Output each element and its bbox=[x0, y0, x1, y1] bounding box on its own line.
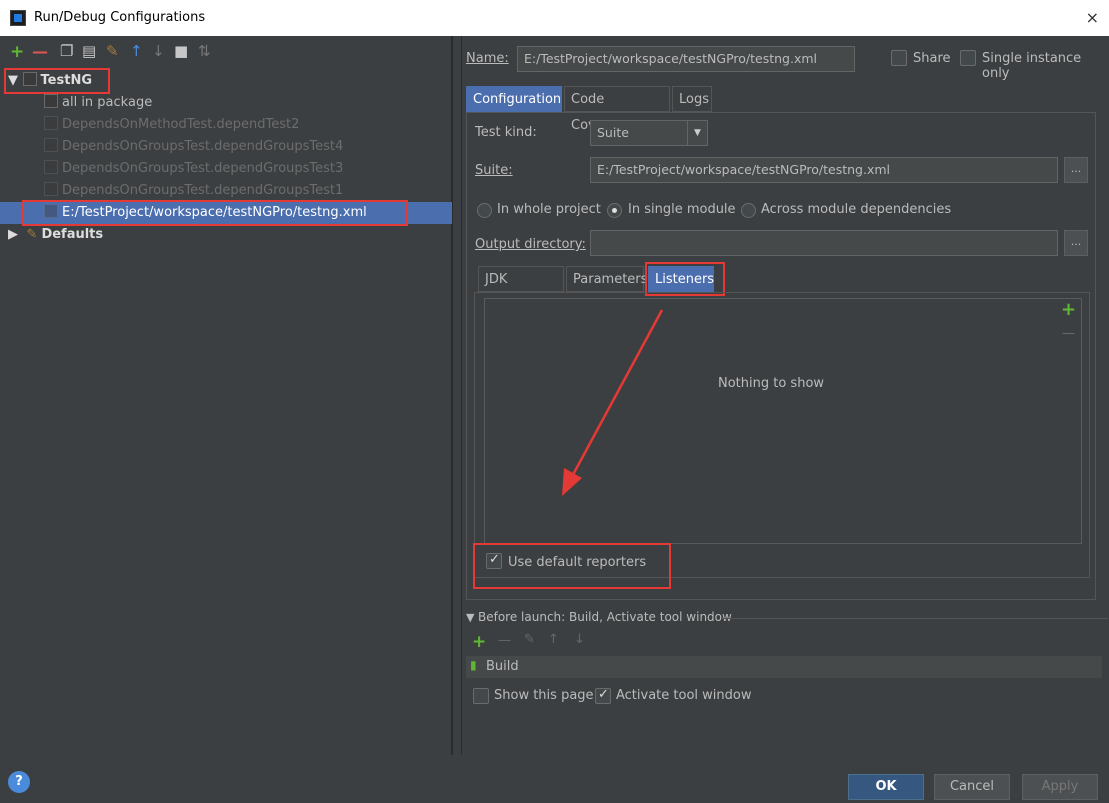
apply-button[interactable]: Apply bbox=[1022, 774, 1098, 800]
remove-listener-icon[interactable]: — bbox=[1062, 326, 1075, 341]
tree-toolbar: + — ❐ ▤ ✎ ↑ ↓ ■ ⇅ bbox=[0, 42, 452, 68]
tree-item-dependtest2[interactable]: DependsOnMethodTest.dependTest2 bbox=[44, 114, 496, 136]
edit-defaults-icon[interactable]: ✎ bbox=[106, 42, 119, 60]
show-page-checkbox[interactable] bbox=[473, 688, 489, 704]
move-down-icon[interactable]: ↓ bbox=[152, 42, 165, 60]
panel-splitter[interactable] bbox=[452, 36, 462, 755]
scope-single-module-label: In single module bbox=[628, 202, 736, 217]
single-instance-checkbox[interactable] bbox=[960, 50, 976, 66]
scope-single-module-radio[interactable] bbox=[607, 203, 622, 218]
scope-across-dependencies-radio[interactable] bbox=[741, 203, 756, 218]
name-label: Name: bbox=[466, 51, 509, 66]
tree-item-label: all in package bbox=[62, 95, 153, 110]
name-field[interactable]: E:/TestProject/workspace/testNGPro/testn… bbox=[517, 46, 855, 72]
test-kind-value: Suite bbox=[597, 125, 629, 140]
scope-across-dependencies-label: Across module dependencies bbox=[761, 202, 952, 217]
empty-list-text: Nothing to show bbox=[718, 376, 825, 391]
show-page-label: Show this page bbox=[494, 688, 594, 703]
single-instance-label: Single instance only bbox=[982, 51, 1082, 81]
window-titlebar: Run/Debug Configurations × bbox=[0, 0, 1109, 36]
annotation-arrow-line bbox=[566, 309, 664, 485]
build-icon: ▮ bbox=[470, 658, 477, 672]
tree-item-label: DependsOnGroupsTest.dependGroupsTest1 bbox=[62, 183, 344, 198]
cancel-button[interactable]: Cancel bbox=[934, 774, 1010, 800]
divider bbox=[722, 618, 1108, 619]
add-task-icon[interactable]: + bbox=[472, 632, 486, 652]
task-down-icon[interactable]: ↓ bbox=[574, 632, 585, 647]
tab-code-coverage[interactable]: Code Coverage bbox=[564, 86, 670, 133]
testng-icon bbox=[44, 138, 58, 152]
task-row-build[interactable]: ▮ Build bbox=[466, 656, 1102, 678]
wrench-icon: ✎ bbox=[26, 227, 38, 242]
testng-icon bbox=[44, 160, 58, 174]
testng-icon bbox=[44, 182, 58, 196]
activate-tool-window-label: Activate tool window bbox=[616, 688, 752, 703]
annotation-arrow bbox=[562, 309, 664, 496]
edit-task-icon[interactable]: ✎ bbox=[524, 632, 535, 647]
tree-item-dependgroupstest1[interactable]: DependsOnGroupsTest.dependGroupsTest1 bbox=[44, 180, 496, 202]
tree-node-label: Defaults bbox=[41, 227, 104, 242]
tree-item-dependgroupstest4[interactable]: DependsOnGroupsTest.dependGroupsTest4 bbox=[44, 136, 496, 158]
ok-button[interactable]: OK bbox=[848, 774, 924, 800]
close-window-button[interactable]: × bbox=[1086, 8, 1099, 27]
add-listener-icon[interactable]: + bbox=[1061, 299, 1076, 320]
highlight-box-testng bbox=[4, 68, 110, 94]
tree-item-dependgroupstest3[interactable]: DependsOnGroupsTest.dependGroupsTest3 bbox=[44, 158, 496, 180]
sort-icon[interactable]: ⇅ bbox=[198, 42, 211, 60]
expand-arrow-icon[interactable]: ▶ bbox=[8, 227, 18, 242]
scope-whole-project-radio[interactable] bbox=[477, 203, 492, 218]
before-launch-title: Before launch: Build, Activate tool wind… bbox=[478, 610, 732, 624]
dialog-footer: ? OK Cancel Apply bbox=[0, 755, 1109, 803]
suite-field[interactable]: E:/TestProject/workspace/testNGPro/testn… bbox=[590, 157, 1058, 183]
dropdown-arrow-icon[interactable]: ▼ bbox=[687, 121, 707, 145]
highlight-box-testng-xml bbox=[22, 200, 408, 226]
save-configuration-icon[interactable]: ▤ bbox=[82, 42, 96, 60]
tree-item-label: DependsOnGroupsTest.dependGroupsTest3 bbox=[62, 161, 344, 176]
test-kind-select[interactable]: Suite ▼ bbox=[590, 120, 708, 146]
tab-logs[interactable]: Logs bbox=[672, 86, 712, 112]
tree-item-all-in-package[interactable]: all in package bbox=[44, 92, 496, 114]
testng-icon bbox=[44, 116, 58, 130]
highlight-box-default-reporters bbox=[473, 543, 671, 589]
collapse-arrow-icon[interactable]: ▼ bbox=[466, 611, 474, 624]
tree-item-label: DependsOnGroupsTest.dependGroupsTest4 bbox=[62, 139, 344, 154]
scope-whole-project-label: In whole project bbox=[497, 202, 601, 217]
output-directory-label: Output directory: bbox=[475, 237, 586, 252]
tab-jdk-settings[interactable]: JDK Settings bbox=[478, 266, 564, 313]
output-browse-button[interactable]: ... bbox=[1064, 230, 1088, 256]
tree-node-defaults[interactable]: ▶ ✎ Defaults bbox=[8, 224, 460, 246]
activate-tool-window-checkbox[interactable] bbox=[595, 687, 611, 704]
share-checkbox[interactable] bbox=[891, 50, 907, 66]
help-button[interactable]: ? bbox=[8, 771, 30, 793]
tab-parameters[interactable]: Parameters bbox=[566, 266, 647, 292]
remove-task-icon[interactable]: — bbox=[498, 633, 511, 648]
folder-icon[interactable]: ■ bbox=[174, 42, 188, 60]
suite-browse-button[interactable]: ... bbox=[1064, 157, 1088, 183]
intellij-logo-icon bbox=[10, 10, 26, 26]
test-kind-label: Test kind: bbox=[475, 125, 537, 140]
add-configuration-icon[interactable]: + bbox=[10, 42, 24, 62]
tree-item-label: DependsOnMethodTest.dependTest2 bbox=[62, 117, 300, 132]
move-up-icon[interactable]: ↑ bbox=[130, 42, 143, 60]
suite-label: Suite: bbox=[475, 163, 513, 178]
copy-configuration-icon[interactable]: ❐ bbox=[60, 42, 73, 60]
remove-configuration-icon[interactable]: — bbox=[32, 42, 48, 61]
window-title: Run/Debug Configurations bbox=[34, 10, 206, 25]
output-directory-field[interactable] bbox=[590, 230, 1058, 256]
tab-configuration[interactable]: Configuration bbox=[466, 86, 562, 112]
testng-icon bbox=[44, 94, 58, 108]
task-up-icon[interactable]: ↑ bbox=[548, 632, 559, 647]
annotation-arrow-head bbox=[562, 468, 582, 496]
share-label: Share bbox=[913, 51, 951, 66]
highlight-box-listeners bbox=[645, 262, 725, 296]
build-label: Build bbox=[486, 659, 519, 674]
